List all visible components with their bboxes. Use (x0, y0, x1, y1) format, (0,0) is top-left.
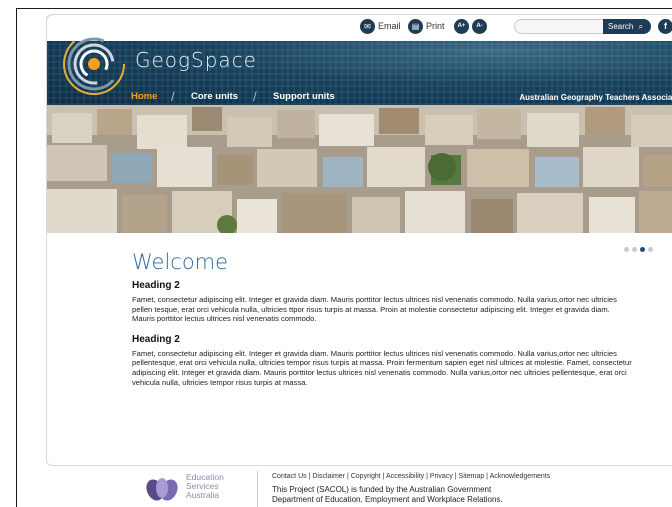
email-icon[interactable]: ✉ (360, 19, 375, 34)
footer-link-acknowledgements[interactable]: Acknowledgements (490, 473, 551, 480)
site-container: ✉ Email ▤ Print A+ A- Search ⌕ f t GeogS… (46, 14, 672, 466)
site-header: ✉ Email ▤ Print A+ A- Search ⌕ f t GeogS… (47, 15, 672, 105)
footer-divider (257, 471, 258, 507)
search-button[interactable]: Search ⌕ (603, 19, 651, 34)
footer-link-accessibility[interactable]: Accessibility (386, 473, 424, 480)
nav-home[interactable]: Home (131, 91, 157, 102)
nav-core-units[interactable]: Core units (191, 91, 238, 102)
email-link[interactable]: Email (378, 21, 401, 31)
education-services-australia-logo[interactable] (145, 474, 179, 502)
search-button-label: Search (608, 22, 634, 31)
hero-image (47, 105, 672, 233)
city-rooftops-photo (47, 105, 672, 233)
site-footer: Education Services Australia Contact Us … (145, 471, 665, 507)
footer-link-copyright[interactable]: Copyright (351, 473, 381, 480)
section-heading: Heading 2 (132, 333, 180, 345)
font-increase-button[interactable]: A+ (454, 19, 469, 34)
funding-line: This Project (SACOL) is funded by the Au… (272, 485, 492, 494)
section-heading: Heading 2 (132, 280, 180, 291)
funding-statement: This Project (SACOL) is funded by the Au… (272, 485, 503, 505)
esa-line: Australia (186, 490, 220, 500)
slider-dot[interactable] (632, 247, 637, 252)
section-paragraph: Famet, consectetur adipiscing elit. Inte… (132, 295, 617, 324)
esa-wordmark: Education Services Australia (186, 473, 224, 500)
geogspace-logo[interactable] (59, 29, 129, 99)
nav-separator: / (171, 89, 175, 104)
nav-support-units[interactable]: Support units (273, 91, 335, 102)
page-title: Welcome (132, 250, 229, 274)
font-decrease-button[interactable]: A- (472, 19, 487, 34)
footer-link-sitemap[interactable]: Sitemap (459, 473, 485, 480)
slider-dot-active[interactable] (640, 247, 645, 252)
footer-link-disclaimer[interactable]: Disclaimer (312, 473, 345, 480)
slider-dot[interactable] (648, 247, 653, 252)
footer-link-contact[interactable]: Contact Us (272, 473, 307, 480)
footer-link-privacy[interactable]: Privacy (430, 473, 453, 480)
print-link[interactable]: Print (426, 21, 445, 31)
footer-links: Contact Us | Disclaimer | Copyright | Ac… (272, 473, 551, 480)
search-input[interactable] (514, 19, 604, 34)
organisation-name: Australian Geography Teachers Associatio… (519, 93, 672, 102)
section-paragraph: Famet, consectetur adipiscing elit. Inte… (132, 348, 632, 387)
page-frame: ✉ Email ▤ Print A+ A- Search ⌕ f t GeogS… (16, 8, 672, 507)
nav-separator: / (253, 89, 257, 104)
facebook-icon[interactable]: f (658, 19, 672, 34)
funding-line: Department of Education, Employment and … (272, 495, 503, 504)
search-icon: ⌕ (638, 22, 644, 31)
main-content: Welcome Heading 2 Famet, consectetur adi… (132, 250, 632, 397)
print-icon[interactable]: ▤ (408, 19, 423, 34)
site-title[interactable]: GeogSpace (135, 48, 257, 72)
